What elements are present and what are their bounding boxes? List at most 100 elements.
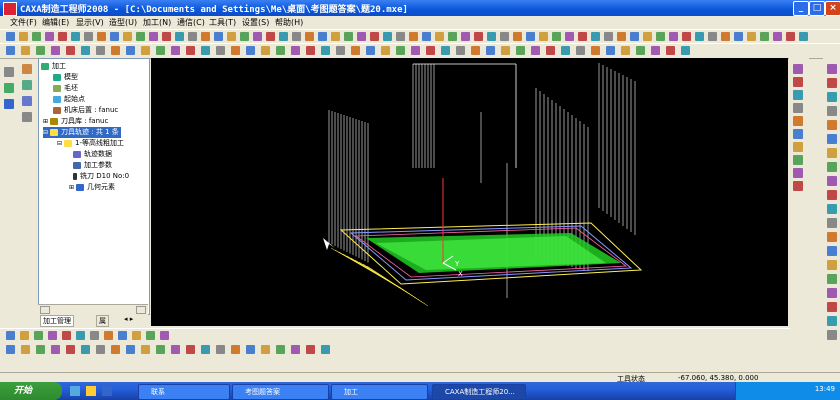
toolbar-tool-icon[interactable] (531, 46, 540, 55)
toolbar-tool-icon[interactable] (45, 32, 54, 41)
toolbar-tool-icon[interactable] (149, 32, 158, 41)
side-tool-icon[interactable] (827, 260, 837, 270)
toolbar-tool-icon[interactable] (565, 32, 574, 41)
toolbar-tool-icon[interactable] (186, 46, 195, 55)
toolbar-tool-icon[interactable] (747, 32, 756, 41)
toolbar-tool-icon[interactable] (96, 345, 105, 354)
toolbar-tool-icon[interactable] (321, 46, 330, 55)
toolbar-tool-icon[interactable] (111, 345, 120, 354)
toolbar-tool-icon[interactable] (71, 32, 80, 41)
toolbar-tool-icon[interactable] (721, 32, 730, 41)
toolbar-tool-icon[interactable] (396, 32, 405, 41)
side-tool-icon[interactable] (793, 116, 803, 126)
side-tool-icon[interactable] (793, 168, 803, 178)
tree-item-start-point[interactable]: 起始点 (53, 94, 85, 105)
side-tool-icon[interactable] (827, 316, 837, 326)
start-button[interactable]: 开始 (0, 382, 62, 400)
toolbar-tool-icon[interactable] (591, 46, 600, 55)
simulate-icon[interactable] (22, 112, 32, 122)
tree-item-model[interactable]: 模型 (53, 72, 78, 83)
toolbar-tool-icon[interactable] (486, 46, 495, 55)
task-item-machining[interactable]: 加工 (331, 384, 428, 400)
toolbar-tool-icon[interactable] (708, 32, 717, 41)
toolbar-tool-icon[interactable] (246, 345, 255, 354)
toolbar-tool-icon[interactable] (216, 46, 225, 55)
toolbar-tool-icon[interactable] (96, 46, 105, 55)
toolbar-tool-icon[interactable] (123, 32, 132, 41)
menu-machining[interactable]: 加工(N) (143, 17, 171, 28)
toolbar-tool-icon[interactable] (34, 331, 43, 340)
pencil-icon[interactable] (4, 83, 14, 93)
toolbar-tool-icon[interactable] (246, 46, 255, 55)
toolbar-tool-icon[interactable] (32, 32, 41, 41)
toolbar-tool-icon[interactable] (19, 32, 28, 41)
toolbar-tool-icon[interactable] (471, 46, 480, 55)
side-tool-icon[interactable] (827, 232, 837, 242)
side-tool-icon[interactable] (827, 204, 837, 214)
side-tool-icon[interactable] (793, 64, 803, 74)
toolbar-tool-icon[interactable] (240, 32, 249, 41)
side-tool-icon[interactable] (827, 162, 837, 172)
toolbar-tool-icon[interactable] (175, 32, 184, 41)
toolbar-tool-icon[interactable] (695, 32, 704, 41)
tree-item-cutter[interactable]: 铣刀 D10 No:0 (73, 171, 129, 182)
toolbar-tool-icon[interactable] (501, 46, 510, 55)
tree-item-tool-library[interactable]: ⊞ 刀具库 : fanuc (43, 116, 108, 127)
toolbar-tool-icon[interactable] (36, 345, 45, 354)
toolbar-tool-icon[interactable] (760, 32, 769, 41)
toolbar-tool-icon[interactable] (21, 345, 30, 354)
toolbar-tool-icon[interactable] (773, 32, 782, 41)
toolbar-tool-icon[interactable] (261, 46, 270, 55)
task-item-answers[interactable]: 考图题答案 (232, 384, 329, 400)
toolbar-tool-icon[interactable] (231, 345, 240, 354)
menu-tools[interactable]: 工具(T) (209, 17, 236, 28)
tree-item-stock[interactable]: 毛坯 (53, 83, 78, 94)
side-tool-icon[interactable] (793, 155, 803, 165)
side-tool-icon[interactable] (827, 134, 837, 144)
toolbar-tool-icon[interactable] (578, 32, 587, 41)
toolbar-tool-icon[interactable] (279, 32, 288, 41)
toolbar-tool-icon[interactable] (552, 32, 561, 41)
toolbar-tool-icon[interactable] (76, 331, 85, 340)
toolbar-tool-icon[interactable] (111, 46, 120, 55)
toolbar-tool-icon[interactable] (630, 32, 639, 41)
tree-scrollbar[interactable] (38, 304, 148, 314)
task-item-contacts[interactable]: 联系 (138, 384, 230, 400)
toolbar-tool-icon[interactable] (604, 32, 613, 41)
menu-modeling[interactable]: 造型(U) (109, 17, 137, 28)
toolbar-tool-icon[interactable] (156, 345, 165, 354)
toolbar-tool-icon[interactable] (441, 46, 450, 55)
toolbar-tool-icon[interactable] (231, 46, 240, 55)
toolbar-tool-icon[interactable] (539, 32, 548, 41)
toolbar-tool-icon[interactable] (617, 32, 626, 41)
toolbar-tool-icon[interactable] (422, 32, 431, 41)
task-item-caxa[interactable]: CAXA制造工程师20... (432, 384, 526, 400)
toolbar-tool-icon[interactable] (383, 32, 392, 41)
toolbar-tool-icon[interactable] (214, 32, 223, 41)
side-tool-icon[interactable] (827, 148, 837, 158)
toolbar-tool-icon[interactable] (426, 46, 435, 55)
toolbar-tool-icon[interactable] (636, 46, 645, 55)
toolbar-tool-icon[interactable] (351, 46, 360, 55)
menu-file[interactable]: 文件(F) (10, 17, 37, 28)
side-tool-icon[interactable] (793, 142, 803, 152)
toolbar-tool-icon[interactable] (448, 32, 457, 41)
tab-properties[interactable]: 属 (96, 315, 109, 327)
toolbar-tool-icon[interactable] (643, 32, 652, 41)
toolbar-tool-icon[interactable] (291, 46, 300, 55)
toolbar-tool-icon[interactable] (36, 46, 45, 55)
side-tool-icon[interactable] (827, 218, 837, 228)
toolbar-tool-icon[interactable] (81, 46, 90, 55)
toolbar-tool-icon[interactable] (292, 32, 301, 41)
toolbar-tool-icon[interactable] (306, 345, 315, 354)
toolbar-tool-icon[interactable] (136, 32, 145, 41)
toolbar-tool-icon[interactable] (84, 32, 93, 41)
toolbar-tool-icon[interactable] (461, 32, 470, 41)
toolbar-tool-icon[interactable] (318, 32, 327, 41)
toolbar-tool-icon[interactable] (201, 32, 210, 41)
toolbar-tool-icon[interactable] (261, 345, 270, 354)
side-tool-icon[interactable] (827, 288, 837, 298)
toolbar-tool-icon[interactable] (90, 331, 99, 340)
side-tool-icon[interactable] (827, 176, 837, 186)
toolbar-tool-icon[interactable] (306, 46, 315, 55)
